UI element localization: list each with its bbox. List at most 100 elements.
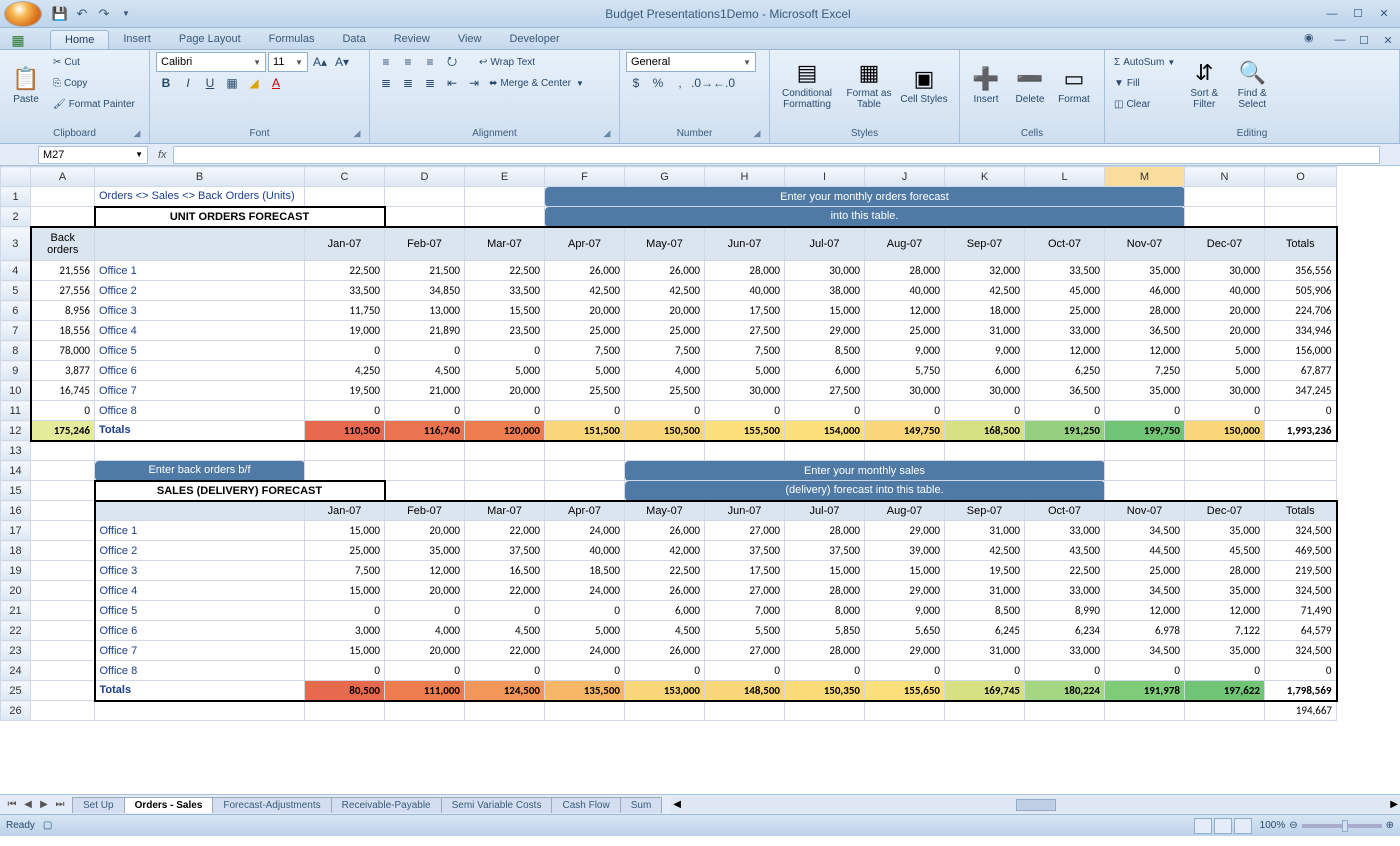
cell[interactable]: 8,990 bbox=[1025, 601, 1105, 621]
cell[interactable]: 18,556 bbox=[31, 321, 95, 341]
cell[interactable]: 5,850 bbox=[785, 621, 865, 641]
decrease-indent-icon[interactable]: ⇤ bbox=[442, 73, 462, 93]
cell[interactable] bbox=[705, 701, 785, 721]
shrink-font-icon[interactable]: A▾ bbox=[332, 52, 352, 72]
column-header[interactable]: J bbox=[865, 167, 945, 187]
sheet-tab[interactable]: Forecast-Adjustments bbox=[212, 797, 331, 813]
cell[interactable] bbox=[1265, 481, 1337, 501]
cell[interactable]: 25,000 bbox=[865, 321, 945, 341]
cell[interactable]: 25,500 bbox=[625, 381, 705, 401]
cell[interactable]: Office 2 bbox=[95, 281, 305, 301]
cell[interactable]: 37,500 bbox=[785, 541, 865, 561]
cell[interactable]: Totals bbox=[95, 681, 305, 701]
cell[interactable]: 36,500 bbox=[1105, 321, 1185, 341]
cell[interactable]: 34,500 bbox=[1105, 641, 1185, 661]
fill-button[interactable]: ▼Fill bbox=[1111, 73, 1178, 93]
column-header[interactable]: H bbox=[705, 167, 785, 187]
cell[interactable]: Totals bbox=[1265, 501, 1337, 521]
cell[interactable]: 27,500 bbox=[785, 381, 865, 401]
close-icon[interactable]: ✕ bbox=[1372, 5, 1396, 23]
page-layout-view-icon[interactable] bbox=[1214, 818, 1232, 834]
column-header[interactable]: O bbox=[1265, 167, 1337, 187]
cell[interactable]: Jan-07 bbox=[305, 501, 385, 521]
cell[interactable]: 17,500 bbox=[705, 561, 785, 581]
cell[interactable]: 0 bbox=[625, 401, 705, 421]
cell[interactable]: Sep-07 bbox=[945, 227, 1025, 261]
cell[interactable]: 0 bbox=[465, 661, 545, 681]
page-break-view-icon[interactable] bbox=[1234, 818, 1252, 834]
cell[interactable]: 199,750 bbox=[1105, 421, 1185, 441]
cell[interactable]: 42,500 bbox=[625, 281, 705, 301]
cell[interactable]: 36,500 bbox=[1025, 381, 1105, 401]
dialog-launcher-icon[interactable]: ◢ bbox=[601, 128, 613, 140]
qat-undo-icon[interactable]: ↶ bbox=[72, 4, 92, 24]
cell[interactable] bbox=[31, 561, 95, 581]
cell[interactable]: 194,667 bbox=[1265, 701, 1337, 721]
cell[interactable]: UNIT ORDERS FORECAST bbox=[95, 207, 385, 227]
cell[interactable] bbox=[31, 461, 95, 481]
cell[interactable]: 12,000 bbox=[1185, 601, 1265, 621]
zoom-slider[interactable] bbox=[1302, 824, 1382, 828]
row-header[interactable]: 17 bbox=[1, 521, 31, 541]
border-button[interactable]: ▦ bbox=[222, 73, 242, 93]
cell[interactable]: Oct-07 bbox=[1025, 501, 1105, 521]
cell[interactable]: 0 bbox=[465, 401, 545, 421]
row-header[interactable]: 7 bbox=[1, 321, 31, 341]
cell[interactable]: 6,250 bbox=[1025, 361, 1105, 381]
increase-decimal-icon[interactable]: .0→ bbox=[692, 73, 712, 93]
cell[interactable] bbox=[31, 501, 95, 521]
row-header[interactable]: 11 bbox=[1, 401, 31, 421]
cell[interactable]: 25,000 bbox=[305, 541, 385, 561]
cell[interactable]: 33,500 bbox=[305, 281, 385, 301]
cell[interactable]: 6,000 bbox=[625, 601, 705, 621]
cell[interactable] bbox=[625, 701, 705, 721]
cell[interactable]: 0 bbox=[465, 341, 545, 361]
cell[interactable]: 25,000 bbox=[545, 321, 625, 341]
cell[interactable]: 43,500 bbox=[1025, 541, 1105, 561]
cell[interactable]: 15,000 bbox=[865, 561, 945, 581]
row-header[interactable]: 8 bbox=[1, 341, 31, 361]
delete-cells-button[interactable]: ➖Delete bbox=[1010, 52, 1050, 118]
cell[interactable]: 0 bbox=[1025, 401, 1105, 421]
merge-center-button[interactable]: ⬌Merge & Center▼ bbox=[486, 73, 587, 93]
row-header[interactable]: 21 bbox=[1, 601, 31, 621]
cell[interactable]: 15,000 bbox=[305, 521, 385, 541]
cell[interactable]: 33,500 bbox=[465, 281, 545, 301]
cell[interactable] bbox=[31, 701, 95, 721]
cell[interactable] bbox=[31, 681, 95, 701]
tab-next-icon[interactable]: ▶ bbox=[36, 799, 52, 810]
cell[interactable] bbox=[1185, 187, 1265, 207]
row-header[interactable]: 10 bbox=[1, 381, 31, 401]
cell[interactable] bbox=[545, 701, 625, 721]
row-header[interactable]: 18 bbox=[1, 541, 31, 561]
cell[interactable]: 21,500 bbox=[385, 261, 465, 281]
cell[interactable] bbox=[31, 207, 95, 227]
zoom-in-icon[interactable]: ⊕ bbox=[1386, 820, 1394, 831]
cell[interactable]: into this table. bbox=[545, 207, 1185, 227]
cell[interactable]: 0 bbox=[785, 661, 865, 681]
cell[interactable]: 40,000 bbox=[865, 281, 945, 301]
cell[interactable]: 0 bbox=[1025, 661, 1105, 681]
scroll-thumb[interactable] bbox=[1016, 799, 1056, 811]
row-header[interactable]: 5 bbox=[1, 281, 31, 301]
cell[interactable] bbox=[945, 441, 1025, 461]
cell[interactable]: 8,000 bbox=[785, 601, 865, 621]
cell[interactable]: 20,000 bbox=[385, 521, 465, 541]
cell[interactable]: 0 bbox=[1105, 661, 1185, 681]
cell[interactable] bbox=[1185, 701, 1265, 721]
row-header[interactable]: 2 bbox=[1, 207, 31, 227]
cell[interactable]: 6,000 bbox=[785, 361, 865, 381]
column-header[interactable]: G bbox=[625, 167, 705, 187]
dialog-launcher-icon[interactable]: ◢ bbox=[131, 128, 143, 140]
cell[interactable] bbox=[465, 441, 545, 461]
cell[interactable]: 180,224 bbox=[1025, 681, 1105, 701]
sheet-tab[interactable]: Sum bbox=[620, 797, 663, 813]
cell[interactable] bbox=[785, 701, 865, 721]
cell[interactable]: 0 bbox=[785, 401, 865, 421]
cell[interactable] bbox=[1025, 441, 1105, 461]
cell[interactable]: 7,500 bbox=[545, 341, 625, 361]
cell[interactable]: 22,500 bbox=[465, 261, 545, 281]
normal-view-icon[interactable] bbox=[1194, 818, 1212, 834]
cell[interactable]: 23,500 bbox=[465, 321, 545, 341]
zoom-out-icon[interactable]: ⊖ bbox=[1289, 820, 1297, 831]
